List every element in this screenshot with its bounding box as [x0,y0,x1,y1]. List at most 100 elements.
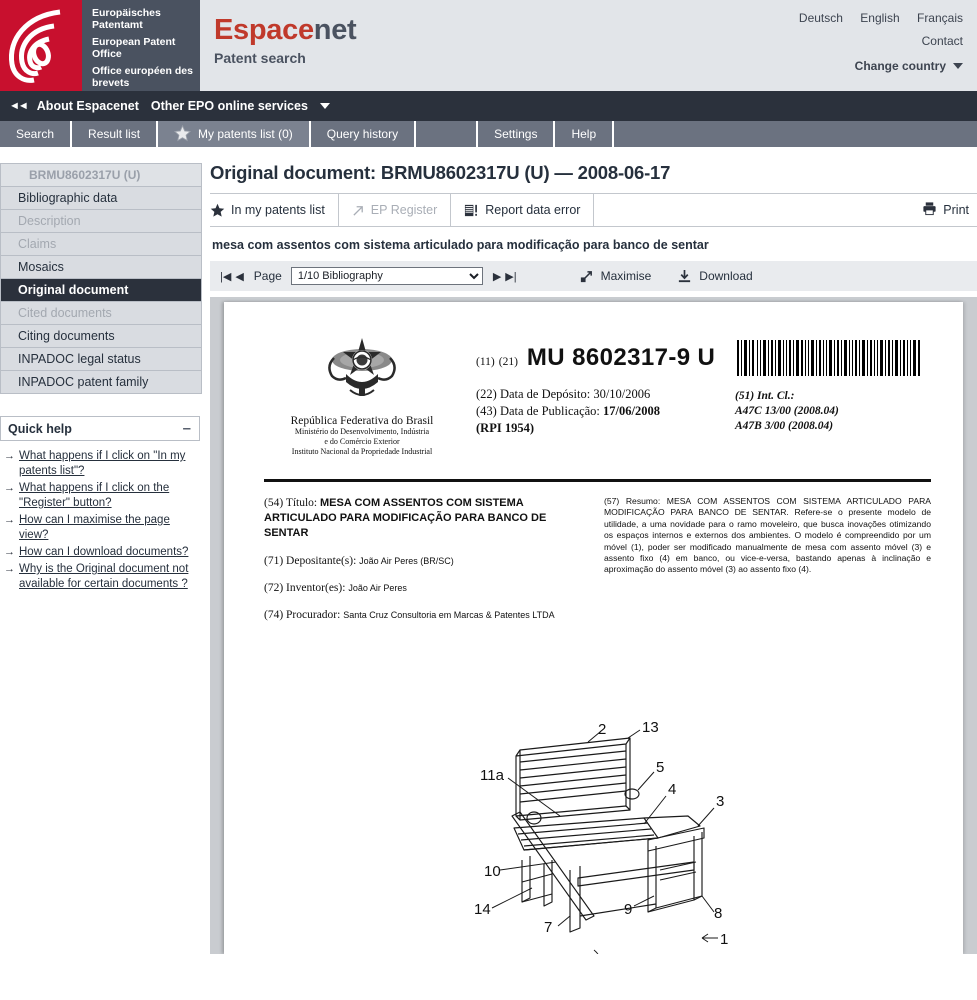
ref-num-7: 7 [544,919,552,936]
contact-row: Contact [785,34,963,48]
star-icon [210,203,225,218]
collapse-left-icon[interactable]: ◄◄ [9,100,29,112]
inventor-value: João Air Peres [348,583,407,593]
ministry-line-2: e do Comércio Exterior [324,437,400,446]
print-label: Print [943,203,969,217]
ep-register-label: EP Register [370,203,438,217]
contact-link[interactable]: Contact [922,34,963,48]
patent-body-columns: (54) Título: MESA COM ASSENTOS COM SISTE… [264,496,931,622]
ref-num-10: 10 [484,863,501,880]
sidebar-item-original-document[interactable]: Original document [1,279,201,302]
quick-help-title: Quick help [8,421,72,436]
quick-help-header[interactable]: Quick help – [0,416,200,441]
barcode-icon [735,340,921,376]
nav-about-espacenet[interactable]: About Espacenet [37,99,139,113]
tab-help-label: Help [571,127,597,141]
sidebar-item-inpadoc-legal-status[interactable]: INPADOC legal status [1,348,201,371]
sidebar-item-citing-documents[interactable]: Citing documents [1,325,201,348]
star-icon [173,124,192,144]
ref-num-3: 3 [716,793,724,810]
abstract-block: (57) Resumo: MESA COM ASSENTOS COM SISTE… [604,496,931,576]
ipc-code-1: A47C 13/00 (2008.04) [735,405,839,417]
ep-register-button: EP Register [352,193,452,227]
document-nav-header: BRMU8602317U (U) [1,164,201,187]
applicant-label: (71) Depositante(s): [264,555,357,567]
external-link-icon [352,204,365,217]
list-item: → What happens if I click on "In my paten… [4,449,196,479]
sidebar-item-claims: Claims [1,233,201,256]
ref-num-14: 14 [474,901,491,918]
patent-left-column: (54) Título: MESA COM ASSENTOS COM SISTE… [264,496,582,622]
change-country-dropdown[interactable]: Change country [785,59,963,73]
next-page-icon[interactable]: ▶ [493,270,501,283]
nav-other-epo-services[interactable]: Other EPO online services [151,99,308,113]
first-page-icon[interactable]: |◀ [220,270,231,283]
publication-number: MU 8602317-9 U [526,344,716,371]
page-label: Page [253,269,282,283]
quick-help-link-4[interactable]: How can I download documents? [19,545,188,560]
lang-francais[interactable]: Français [917,11,963,25]
maximise-button[interactable]: Maximise [579,269,651,284]
sidebar-item-mosaics[interactable]: Mosaics [1,256,201,279]
lang-english[interactable]: English [860,11,899,25]
ministry-line-1: Ministério do Desenvolvimento, Indústria [294,427,430,436]
lang-deutsch[interactable]: Deutsch [799,11,843,25]
sidebar-item-bibliographic-data[interactable]: Bibliographic data [1,187,201,210]
inventor-label: (72) Inventor(es): [264,582,346,594]
quick-help-link-2[interactable]: What happens if I click on the "Register… [19,481,196,511]
tab-search[interactable]: Search [0,121,73,147]
document-viewer[interactable]: República Federativa do Brasil Ministéri… [210,297,977,954]
collapse-icon[interactable]: – [183,421,191,436]
patent-number-block: (11) (21) MU 8602317-9 U (22) Data de De… [460,330,735,457]
tab-bar-spacer [416,121,479,147]
sidebar-item-description: Description [1,210,201,233]
print-button[interactable]: Print [922,201,969,219]
tab-my-patents-list[interactable]: My patents list (0) [158,121,311,147]
publication-date-row: (43) Data de Publicação: 17/06/2008 [476,403,735,420]
rpi-value: (RPI 1954) [476,421,534,435]
arrow-right-icon: → [4,514,15,526]
ref-num-4: 4 [668,781,676,798]
list-item: → What happens if I click on the "Registe… [4,481,196,511]
document-page: República Federativa do Brasil Ministéri… [224,302,963,954]
prev-page-icon[interactable]: ◀ [235,270,243,283]
quick-help-link-3[interactable]: How can I maximise the page view? [19,513,196,543]
brand-title: Espacenet [214,14,357,47]
country-name: República Federativa do Brasil [290,415,434,427]
tab-result-list[interactable]: Result list [72,121,159,147]
last-page-icon[interactable]: ▶| [505,270,516,283]
change-country-label: Change country [854,59,946,73]
tab-search-label: Search [16,127,55,141]
epo-logo[interactable]: Europäisches Patentamt European Patent O… [0,0,200,91]
in-my-patents-list-label: In my patents list [231,203,325,217]
list-item: → How can I maximise the page view? [4,513,196,543]
tab-settings[interactable]: Settings [478,121,556,147]
epo-logo-mark [0,0,82,91]
patent-figure: 2 13 5 4 3 11a 10 14 7 9 8 1 [264,720,931,954]
brand-subtitle: Patent search [214,50,306,66]
quick-help-links: → What happens if I click on "In my paten… [0,441,200,592]
chevron-down-icon[interactable] [319,103,330,109]
quick-help-link-5[interactable]: Why is the Original document not availab… [19,562,196,592]
tab-help[interactable]: Help [555,121,615,147]
filing-date-label: (22) Data de Depósito: [476,387,591,401]
download-button[interactable]: Download [677,269,753,284]
patent-document-content: República Federativa do Brasil Ministéri… [264,330,931,954]
brand-espace: Espace [214,14,314,46]
inventor-row: (72) Inventor(es): João Air Peres [264,581,572,595]
ref-num-9: 9 [624,901,632,918]
ref-num-8: 8 [714,905,722,922]
applicant-row: (71) Depositante(s): João Air Peres (BR/… [264,554,572,568]
title-label: (54) Título: [264,497,318,509]
tab-query-history[interactable]: Query history [311,121,417,147]
sidebar: BRMU8602317U (U) Bibliographic data Desc… [0,149,202,594]
sidebar-item-cited-documents: Cited documents [1,302,201,325]
page-select[interactable]: 1/10 Bibliography [290,267,483,285]
sidebar-item-inpadoc-patent-family[interactable]: INPADOC patent family [1,371,201,394]
document-action-toolbar: In my patents list EP Register Report da… [210,193,977,227]
quick-help-link-1[interactable]: What happens if I click on "In my patent… [19,449,196,479]
in-my-patents-list-button[interactable]: In my patents list [210,193,339,227]
brand-net: net [313,14,357,46]
report-data-error-button[interactable]: Report data error [464,193,595,227]
list-item: → How can I download documents? [4,545,196,560]
